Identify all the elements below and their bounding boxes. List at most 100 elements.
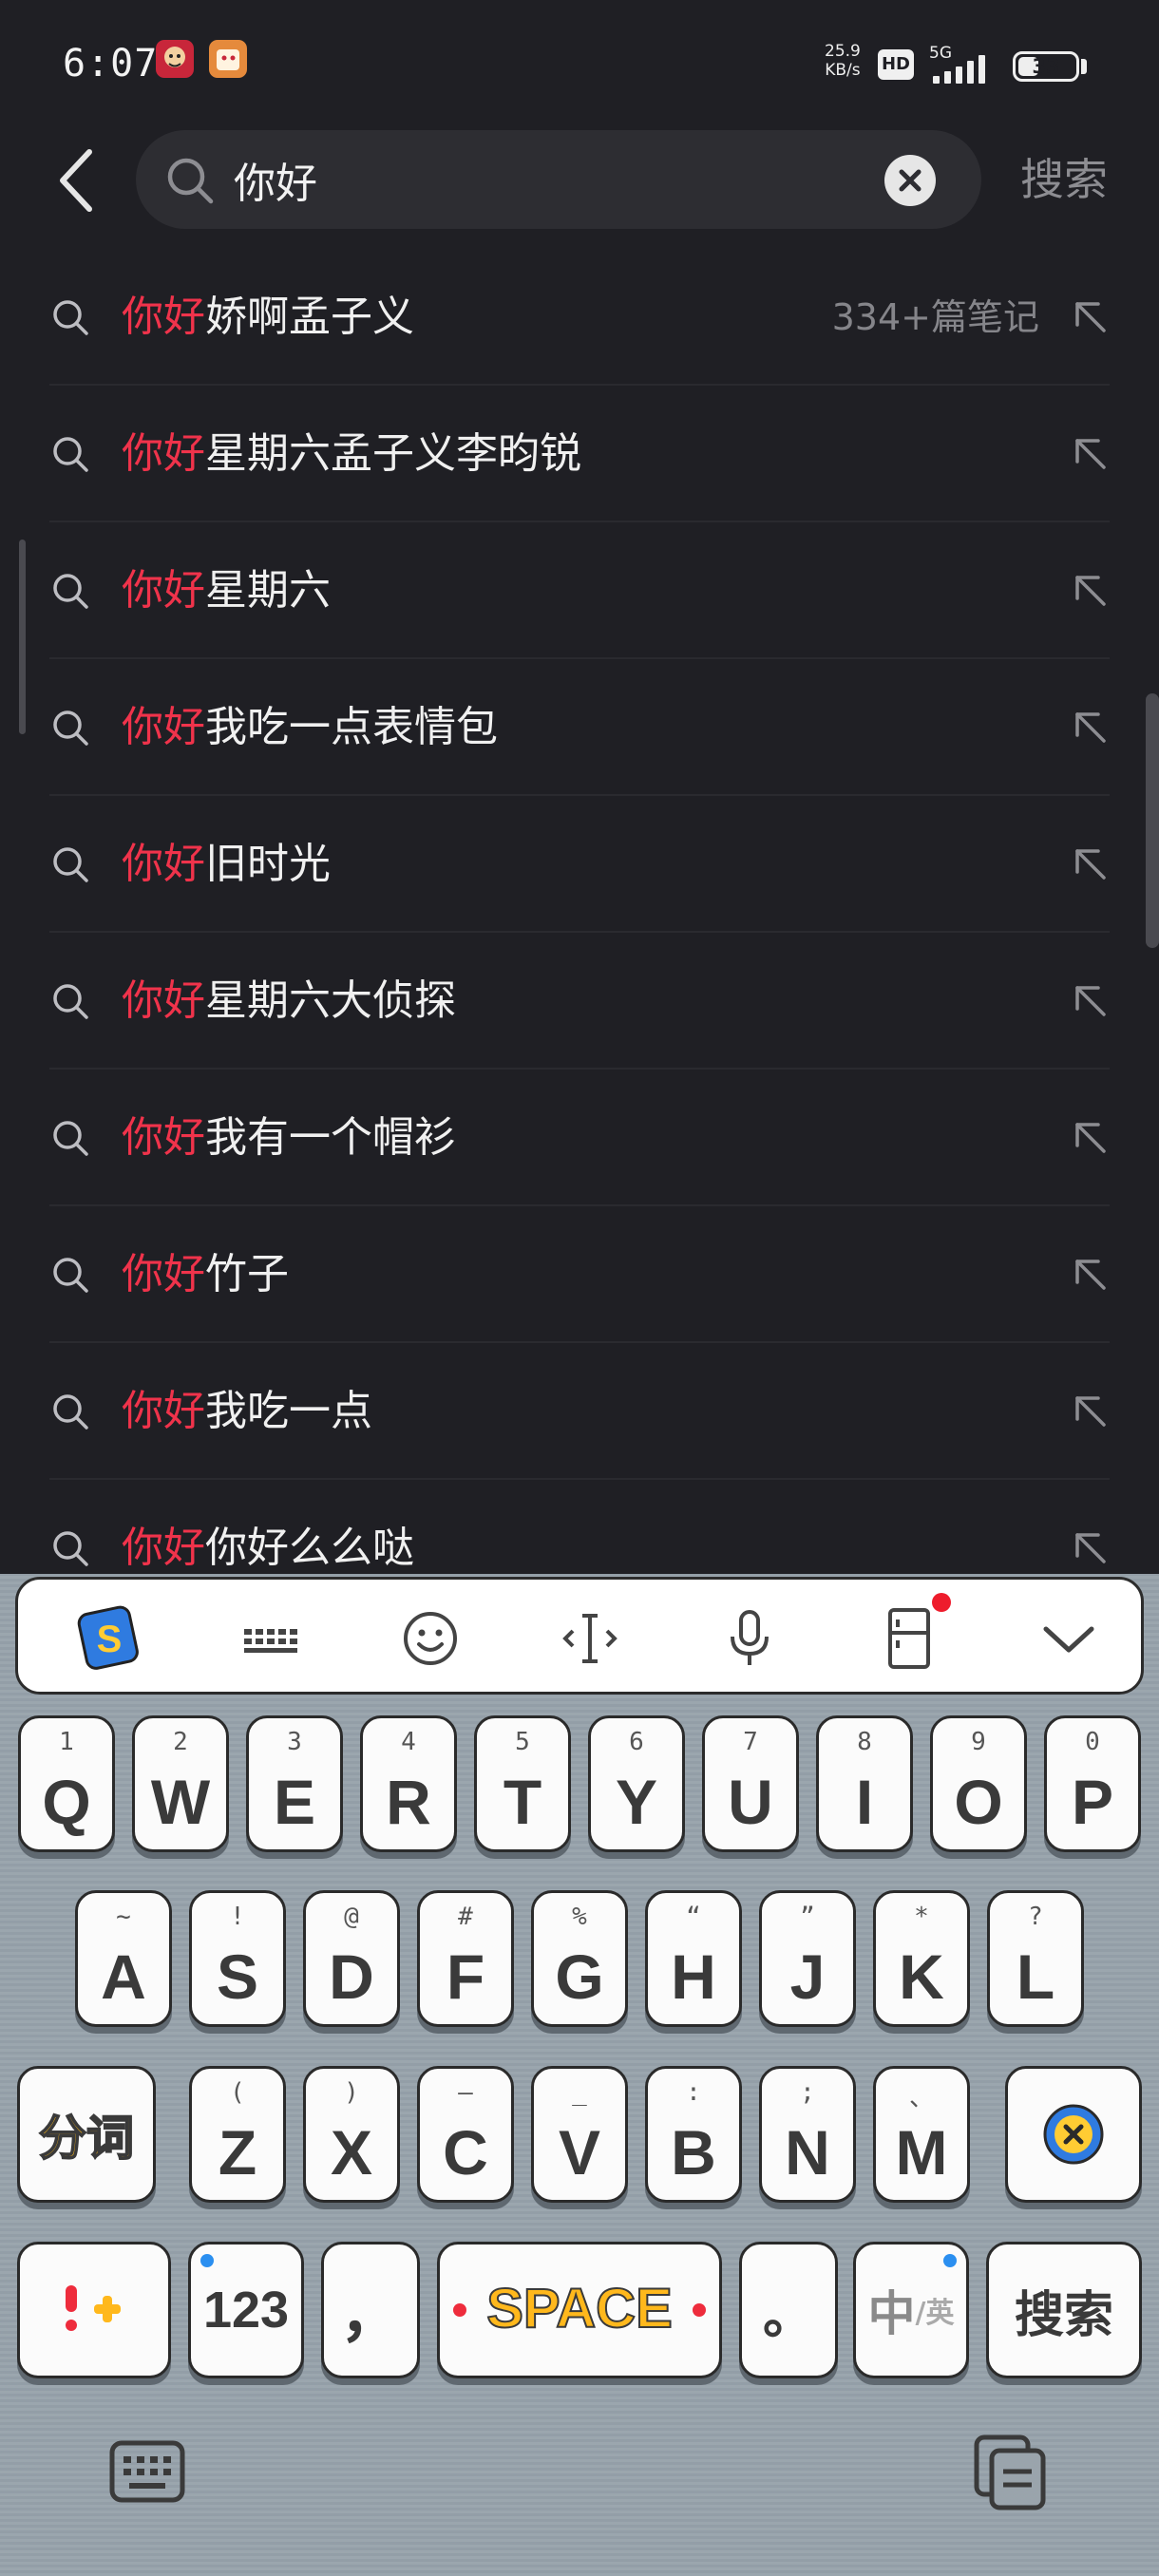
- keyboard-layout-button[interactable]: [229, 1597, 313, 1680]
- key-v[interactable]: _ V: [531, 2066, 628, 2203]
- cursor-edit-button[interactable]: [548, 1597, 632, 1680]
- suggestion-highlight: 你好: [122, 1387, 205, 1435]
- key-z[interactable]: (Z: [189, 2066, 286, 2203]
- fill-arrow-icon[interactable]: [1070, 296, 1112, 338]
- key-u[interactable]: 7U: [702, 1715, 799, 1852]
- key-b[interactable]: :B: [645, 2066, 742, 2203]
- comma-key[interactable]: ，: [321, 2242, 420, 2378]
- suggestion-item[interactable]: 你好星期六孟子义李昀锐: [0, 386, 1159, 522]
- clipboard-icon: [974, 2434, 1046, 2510]
- key-r[interactable]: 4R: [360, 1715, 457, 1852]
- hd-badge: HD: [878, 49, 914, 80]
- key-t[interactable]: 5T: [474, 1715, 571, 1852]
- key-secondary-label: ”: [800, 1903, 815, 1931]
- fill-arrow-icon[interactable]: [1070, 1254, 1112, 1296]
- key-a[interactable]: ~ A: [75, 1890, 172, 2027]
- key-label: Y: [615, 1767, 658, 1837]
- back-button[interactable]: [53, 144, 101, 217]
- search-icon: [53, 1121, 88, 1156]
- microphone-icon: [731, 1610, 769, 1665]
- scrollbar[interactable]: [1146, 693, 1159, 948]
- key-y[interactable]: 6Y: [588, 1715, 685, 1852]
- suggestion-item[interactable]: 你好娇啊孟子义 334+篇笔记: [0, 249, 1159, 386]
- numbers-key[interactable]: 123: [188, 2242, 304, 2378]
- key-p[interactable]: 0P: [1044, 1715, 1141, 1852]
- clipboard-tool-button[interactable]: [867, 1593, 951, 1680]
- emoji-add-key[interactable]: [17, 2242, 171, 2378]
- suggestion-item[interactable]: 你好我吃一点表情包: [0, 659, 1159, 796]
- key-n[interactable]: ; N: [759, 2066, 856, 2203]
- note-count: 334+篇笔记: [831, 296, 1039, 338]
- space-key[interactable]: SPACE: [437, 2242, 722, 2378]
- suggestion-text: 你好我有一个帽衫: [122, 1070, 456, 1206]
- suggestion-item[interactable]: 你好星期六大侦探: [0, 933, 1159, 1070]
- lang-main-label: 中: [867, 2286, 916, 2341]
- ime-logo-button[interactable]: S: [67, 1597, 151, 1680]
- comma-label: ，: [340, 2281, 401, 2351]
- suggestion-item[interactable]: 你好旧时光: [0, 796, 1159, 933]
- suggestion-item[interactable]: 你好我有一个帽衫: [0, 1070, 1159, 1206]
- key-e[interactable]: 3E: [246, 1715, 343, 1852]
- collapse-keyboard-button[interactable]: [1027, 1597, 1111, 1680]
- emoji-button[interactable]: [389, 1597, 472, 1680]
- fill-arrow-icon[interactable]: [1070, 980, 1112, 1022]
- voice-input-button[interactable]: [708, 1597, 791, 1680]
- suggestion-item[interactable]: 你好星期六: [0, 522, 1159, 659]
- suggestion-rest: 娇啊孟子义: [205, 293, 414, 341]
- suggestion-rest: 我有一个帽衫: [205, 1113, 456, 1162]
- key-f[interactable]: # F: [417, 1890, 514, 2027]
- key-i[interactable]: 8I: [816, 1715, 913, 1852]
- search-input[interactable]: [234, 130, 851, 229]
- fill-arrow-icon[interactable]: [1070, 1527, 1112, 1569]
- suggestion-item[interactable]: 你好我吃一点: [0, 1343, 1159, 1480]
- clipboard-button[interactable]: [971, 2432, 1049, 2511]
- search-icon: [53, 300, 88, 335]
- key-x[interactable]: ) X: [303, 2066, 400, 2203]
- search-icon: [53, 1258, 88, 1293]
- clear-button[interactable]: [884, 155, 936, 206]
- key-label: H: [671, 1941, 716, 2012]
- search-button[interactable]: 搜索: [998, 130, 1130, 229]
- key-k[interactable]: * K: [873, 1890, 970, 2027]
- key-label: I: [855, 1767, 874, 1837]
- key-j[interactable]: ” J: [759, 1890, 856, 2027]
- suggestion-rest: 我吃一点表情包: [205, 703, 498, 751]
- language-toggle-key[interactable]: 中/英: [853, 2242, 969, 2378]
- battery-icon: 33: [1013, 51, 1079, 82]
- battery-level: 33: [1032, 55, 1060, 78]
- key-w[interactable]: 2W: [132, 1715, 229, 1852]
- suggestion-text: 你好旧时光: [122, 796, 331, 933]
- fill-arrow-icon[interactable]: [1070, 843, 1112, 885]
- battery-tip: [1081, 59, 1087, 74]
- fill-arrow-icon[interactable]: [1070, 570, 1112, 612]
- key-c[interactable]: — C: [417, 2066, 514, 2203]
- key-h[interactable]: “H: [645, 1890, 742, 2027]
- key-g[interactable]: % G: [531, 1890, 628, 2027]
- key-label: K: [899, 1941, 944, 2012]
- suggestion-highlight: 你好: [122, 976, 205, 1025]
- period-key[interactable]: 。: [739, 2242, 838, 2378]
- key-q[interactable]: 1Q: [18, 1715, 115, 1852]
- fill-arrow-icon[interactable]: [1070, 433, 1112, 475]
- backspace-key[interactable]: [1005, 2066, 1142, 2203]
- segment-key[interactable]: 分词: [17, 2066, 156, 2203]
- key-secondary-label: 0: [1085, 1728, 1100, 1756]
- fill-arrow-icon[interactable]: [1070, 1391, 1112, 1432]
- key-secondary-label: @: [344, 1903, 359, 1931]
- key-d[interactable]: @ D: [303, 1890, 400, 2027]
- suggestion-item[interactable]: 你好你好么么哒: [0, 1480, 1159, 1574]
- chevron-left-icon: [60, 149, 92, 212]
- key-m[interactable]: 、 M: [873, 2066, 970, 2203]
- key-secondary-label: (: [230, 2078, 245, 2107]
- suggestion-item[interactable]: 你好竹子: [0, 1206, 1159, 1343]
- key-s[interactable]: ! S: [189, 1890, 286, 2027]
- enter-search-key[interactable]: 搜索: [986, 2242, 1142, 2378]
- key-l[interactable]: ? L: [987, 1890, 1084, 2027]
- fill-arrow-icon[interactable]: [1070, 707, 1112, 748]
- fill-arrow-icon[interactable]: [1070, 1117, 1112, 1159]
- sogou-logo-icon: S: [77, 1605, 139, 1670]
- key-o[interactable]: 9O: [930, 1715, 1027, 1852]
- search-bar[interactable]: [136, 130, 981, 229]
- switch-keyboard-button[interactable]: [108, 2437, 186, 2506]
- key-label: Z: [218, 2117, 257, 2188]
